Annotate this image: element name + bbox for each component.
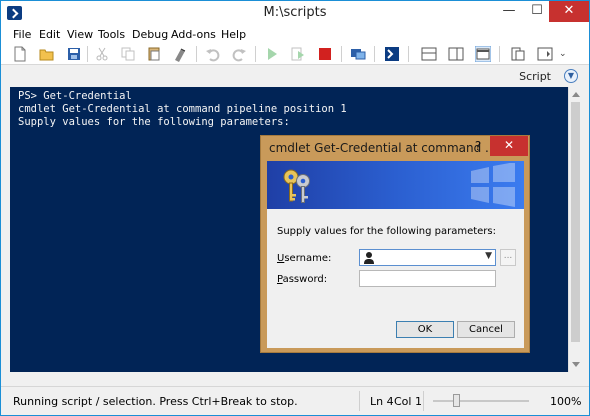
scroll-thumb[interactable] bbox=[571, 102, 580, 342]
status-bar: Running script / selection. Press Ctrl+B… bbox=[1, 386, 589, 415]
script-pane-header: Script ▼ bbox=[1, 66, 589, 86]
console-scrollbar[interactable] bbox=[568, 87, 581, 372]
scroll-down-icon[interactable] bbox=[572, 362, 580, 367]
console-line: Supply values for the following paramete… bbox=[18, 116, 290, 128]
toolbar-separator bbox=[499, 46, 500, 62]
maximize-button[interactable]: ☐ bbox=[523, 1, 551, 22]
menu-bar: File Edit View Tools Debug Add-ons Help bbox=[1, 26, 589, 43]
show-command-window-icon[interactable] bbox=[510, 46, 526, 62]
open-icon[interactable] bbox=[39, 46, 55, 62]
username-label: Username: bbox=[277, 253, 331, 264]
run-selection-icon[interactable] bbox=[290, 46, 306, 62]
toolbar-separator bbox=[374, 46, 375, 62]
close-button[interactable]: ✕ bbox=[549, 1, 589, 22]
password-field[interactable] bbox=[359, 270, 496, 287]
toolbar-separator bbox=[196, 46, 197, 62]
stop-icon[interactable] bbox=[317, 46, 333, 62]
save-icon[interactable] bbox=[66, 46, 82, 62]
menu-file[interactable]: File bbox=[13, 28, 31, 41]
minimize-button[interactable]: — bbox=[495, 1, 523, 22]
ise-window: M:\scripts — ☐ ✕ File Edit View Tools De… bbox=[0, 0, 590, 416]
status-message: Running script / selection. Press Ctrl+B… bbox=[13, 395, 298, 408]
ok-button[interactable]: OK bbox=[396, 321, 454, 338]
menu-view[interactable]: View bbox=[67, 28, 93, 41]
powershell-console-icon[interactable] bbox=[384, 46, 400, 62]
username-combobox[interactable]: ▼ bbox=[359, 249, 496, 266]
show-script-top-icon[interactable] bbox=[421, 46, 437, 62]
show-script-right-icon[interactable] bbox=[448, 46, 464, 62]
dialog-title: cmdlet Get-Credential at command ... bbox=[269, 141, 497, 155]
password-label: Password: bbox=[277, 274, 327, 285]
scroll-up-icon[interactable] bbox=[572, 92, 580, 97]
cut-icon[interactable] bbox=[94, 46, 110, 62]
show-command-addon-icon[interactable] bbox=[537, 46, 553, 62]
toolbar: ⌄ bbox=[1, 43, 589, 65]
zoom-value: 100% bbox=[550, 395, 582, 408]
column-indicator: Col 1 bbox=[394, 395, 422, 408]
credential-dialog: cmdlet Get-Credential at command ... ? ✕ bbox=[260, 135, 530, 353]
toolbar-separator bbox=[341, 46, 342, 62]
title-bar: M:\scripts — ☐ ✕ bbox=[1, 1, 589, 26]
status-separator bbox=[359, 391, 360, 411]
dialog-close-button[interactable]: ✕ bbox=[490, 136, 528, 156]
script-pane-label[interactable]: Script bbox=[519, 70, 551, 83]
password-label-text: assword: bbox=[282, 274, 328, 285]
toolbar-separator bbox=[408, 46, 409, 62]
user-icon bbox=[364, 252, 374, 264]
help-button[interactable]: ? bbox=[470, 139, 486, 153]
dialog-prompt: Supply values for the following paramete… bbox=[277, 226, 496, 237]
zoom-slider-thumb[interactable] bbox=[453, 394, 460, 407]
chevron-down-icon[interactable]: ▼ bbox=[485, 251, 492, 261]
windows-logo-watermark bbox=[471, 163, 515, 207]
toolbar-separator bbox=[87, 46, 88, 62]
collapse-script-pane-icon[interactable]: ▼ bbox=[564, 69, 578, 83]
remote-powershell-icon[interactable] bbox=[350, 46, 366, 62]
menu-tools[interactable]: Tools bbox=[98, 28, 125, 41]
dialog-body: Supply values for the following paramete… bbox=[267, 161, 524, 348]
show-script-max-icon[interactable] bbox=[475, 46, 491, 62]
console-line: PS> Get-Credential bbox=[18, 90, 132, 102]
redo-icon[interactable] bbox=[231, 46, 247, 62]
dialog-banner bbox=[267, 161, 524, 209]
zoom-slider[interactable] bbox=[433, 400, 529, 402]
console-line: cmdlet Get-Credential at command pipelin… bbox=[18, 103, 347, 115]
menu-edit[interactable]: Edit bbox=[39, 28, 60, 41]
new-script-icon[interactable] bbox=[12, 46, 28, 62]
toolbar-separator bbox=[255, 46, 256, 62]
line-indicator: Ln 4 bbox=[370, 395, 394, 408]
keys-icon bbox=[283, 169, 310, 203]
menu-add-ons[interactable]: Add-ons bbox=[171, 28, 216, 41]
status-separator bbox=[423, 391, 424, 411]
copy-icon[interactable] bbox=[120, 46, 136, 62]
toolbar-overflow-icon[interactable]: ⌄ bbox=[559, 49, 575, 65]
dialog-title-bar: cmdlet Get-Credential at command ... ? ✕ bbox=[261, 136, 529, 161]
username-label-text: sername: bbox=[284, 253, 332, 264]
run-icon[interactable] bbox=[264, 46, 280, 62]
paste-icon[interactable] bbox=[146, 46, 162, 62]
cancel-button[interactable]: Cancel bbox=[457, 321, 515, 338]
clear-icon[interactable] bbox=[172, 46, 188, 62]
undo-icon[interactable] bbox=[205, 46, 221, 62]
menu-help[interactable]: Help bbox=[221, 28, 246, 41]
menu-debug[interactable]: Debug bbox=[132, 28, 168, 41]
browse-users-button[interactable]: ... bbox=[500, 249, 516, 266]
